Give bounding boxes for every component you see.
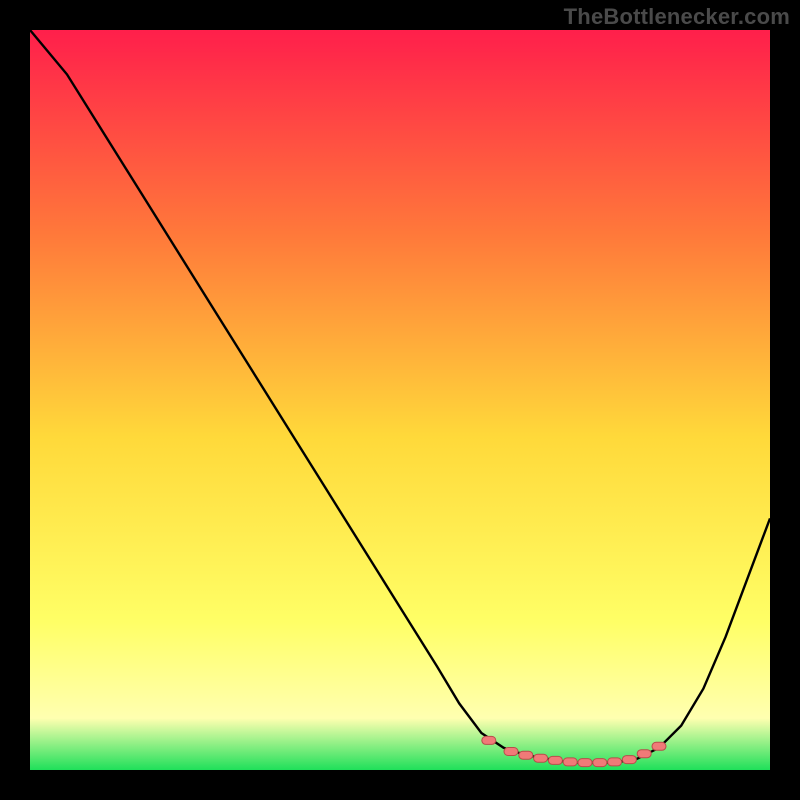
marker-point [563,758,577,766]
marker-point [593,759,607,767]
marker-point [534,754,548,762]
marker-point [548,756,562,764]
chart-frame: TheBottlenecker.com [0,0,800,800]
marker-point [637,750,651,758]
marker-point [504,748,518,756]
marker-point [652,742,666,750]
watermark-text: TheBottlenecker.com [564,4,790,30]
bottleneck-chart [30,30,770,770]
marker-point [578,759,592,767]
marker-point [482,736,496,744]
marker-point [608,758,622,766]
marker-point [622,756,636,764]
gradient-background [30,30,770,770]
marker-point [519,751,533,759]
